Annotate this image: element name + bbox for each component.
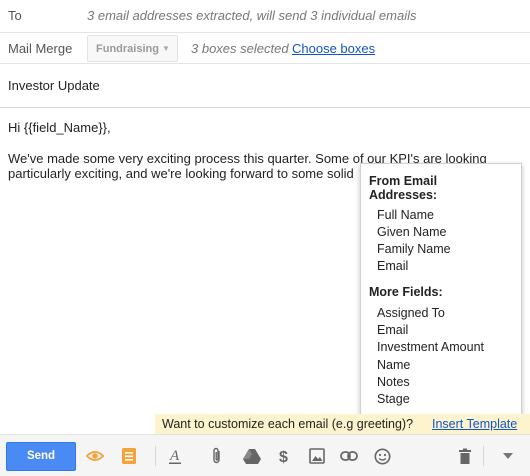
subject-row[interactable]: Investor Update — [0, 64, 530, 108]
compose-toolbar: Send A $ — [0, 434, 530, 476]
merge-field-investment-amount[interactable]: Investment Amount — [377, 340, 484, 354]
svg-text:$: $ — [279, 449, 288, 465]
merge-field-given-name[interactable]: Given Name — [377, 225, 446, 239]
mail-merge-selected-value: Fundraising — [96, 43, 159, 55]
merge-field-assigned-to[interactable]: Assigned To — [377, 306, 445, 320]
choose-boxes-link[interactable]: Choose boxes — [292, 41, 375, 56]
merge-field-email-2[interactable]: Email — [377, 323, 408, 337]
merge-field-stage[interactable]: Stage — [377, 392, 410, 406]
merge-field-notes[interactable]: Notes — [377, 375, 410, 389]
template-icon[interactable] — [120, 447, 138, 465]
popup-section-more-fields-title: More Fields: — [369, 285, 443, 299]
template-hint-text: Want to customize each email (e.g greeti… — [162, 417, 414, 431]
text-format-icon[interactable]: A — [166, 447, 184, 465]
emoji-icon[interactable] — [373, 447, 391, 465]
merge-fields-popup: From Email Addresses: Full Name Given Na… — [360, 163, 522, 415]
to-label: To — [8, 8, 22, 23]
mail-merge-label: Mail Merge — [8, 41, 73, 56]
mail-merge-row: Mail Merge Fundraising ▼ 3 boxes selecte… — [0, 33, 530, 64]
toolbar-divider — [155, 446, 156, 466]
popup-section-title-line1: From Email — [369, 174, 438, 188]
attach-icon[interactable] — [208, 447, 226, 465]
send-button[interactable]: Send — [6, 442, 76, 471]
compose-window: To 3 email addresses extracted, will sen… — [0, 0, 530, 476]
to-recipients-summary[interactable]: 3 email addresses extracted, will send 3… — [87, 8, 417, 23]
body-line-2: particularly exciting, and we're looking… — [8, 166, 354, 181]
more-options-icon[interactable] — [499, 447, 517, 465]
popup-section-from-email-title: From Email Addresses: — [369, 174, 437, 202]
popup-section-title-line2: Addresses: — [369, 188, 438, 202]
chevron-down-icon: ▼ — [162, 44, 170, 53]
template-hint-bar: Want to customize each email (e.g greeti… — [155, 414, 530, 434]
boxes-selected-text: 3 boxes selected — [191, 41, 289, 56]
photo-icon[interactable] — [308, 447, 326, 465]
insert-template-link[interactable]: Insert Template — [432, 417, 517, 431]
merge-field-email[interactable]: Email — [377, 259, 408, 273]
eye-icon[interactable] — [86, 447, 104, 465]
subject-field[interactable]: Investor Update — [8, 78, 100, 93]
trash-icon[interactable] — [456, 447, 474, 465]
toolbar-divider-2 — [483, 446, 484, 466]
body-greeting: Hi {{field_Name}}, — [8, 120, 111, 135]
to-row: To 3 email addresses extracted, will sen… — [0, 0, 530, 33]
mail-merge-select[interactable]: Fundraising ▼ — [87, 35, 178, 62]
dollar-icon[interactable]: $ — [276, 447, 294, 465]
merge-field-full-name[interactable]: Full Name — [377, 208, 434, 222]
drive-icon[interactable] — [243, 447, 261, 465]
link-icon[interactable] — [340, 447, 358, 465]
svg-text:A: A — [169, 448, 180, 464]
merge-field-family-name[interactable]: Family Name — [377, 242, 451, 256]
merge-field-name[interactable]: Name — [377, 358, 410, 372]
